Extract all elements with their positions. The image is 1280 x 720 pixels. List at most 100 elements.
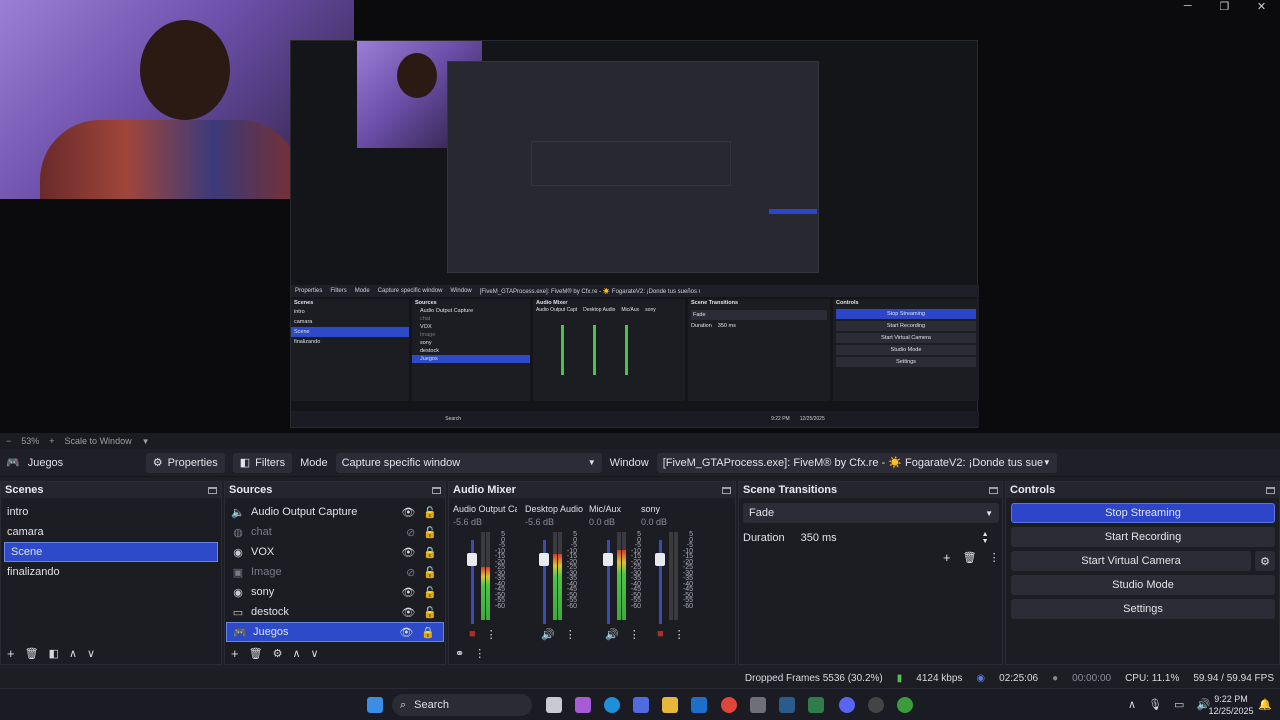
clock[interactable]: 9:22 PM 12/25/2025 — [1206, 693, 1256, 717]
discord-icon[interactable] — [839, 697, 855, 713]
studio-mode-button[interactable]: Studio Mode — [1011, 575, 1275, 595]
speaker-muted-icon[interactable]: ■ — [469, 628, 476, 641]
network-icon[interactable]: ▭ — [1174, 698, 1184, 711]
fader-handle[interactable] — [539, 552, 549, 566]
chevron-down-icon[interactable]: ∨ — [311, 647, 319, 660]
trash-icon[interactable]: 🗑 — [963, 551, 977, 564]
outlook-icon[interactable] — [691, 697, 707, 713]
properties-button[interactable]: ⚙ Properties — [145, 452, 225, 473]
scene-item[interactable]: intro — [1, 502, 221, 522]
unlock-icon[interactable]: 🔓 — [423, 506, 437, 519]
transition-select[interactable]: Fade ▼ — [743, 503, 999, 523]
undock-icon[interactable] — [1266, 486, 1275, 494]
edge-icon[interactable] — [604, 697, 620, 713]
speaker-icon[interactable]: 🔊 — [605, 628, 619, 641]
excel-icon[interactable] — [808, 697, 824, 713]
undock-icon[interactable] — [722, 486, 731, 494]
gear-icon[interactable]: ⚙ — [273, 647, 283, 660]
program-preview[interactable]: ─ ❐ ✕ Properties Filters Mode Capture sp… — [0, 0, 1280, 433]
app-icon[interactable] — [750, 697, 766, 713]
virtual-camera-settings-button[interactable]: ⚙ — [1255, 551, 1275, 571]
start-virtual-camera-button[interactable]: Start Virtual Camera — [1011, 551, 1251, 571]
browser-icon: ◍ — [233, 526, 243, 539]
unlock-icon[interactable]: 🔓 — [423, 526, 437, 539]
settings-button[interactable]: Settings — [1011, 599, 1275, 619]
source-item[interactable]: ◉ VOX 👁 🔒 — [225, 542, 445, 562]
window-select[interactable]: [FiveM_GTAProcess.exe]: FiveM® by Cfx.re… — [656, 452, 1057, 473]
file-explorer-icon[interactable] — [662, 697, 678, 713]
chrome-icon[interactable] — [721, 697, 737, 713]
trash-icon[interactable]: 🗑 — [25, 647, 39, 660]
link-icon[interactable]: ⚭ — [455, 647, 464, 660]
xbox-icon[interactable] — [897, 697, 913, 713]
mode-select[interactable]: Capture specific window ▼ — [335, 452, 602, 473]
fader-handle[interactable] — [603, 552, 613, 566]
filters-button[interactable]: ◧ Filters — [232, 452, 293, 473]
chevron-up-icon[interactable]: ∧ — [1128, 698, 1136, 711]
more-icon[interactable]: ⋮ — [486, 628, 497, 641]
copilot-icon[interactable] — [575, 697, 591, 713]
store-icon[interactable] — [633, 697, 649, 713]
source-item[interactable]: ▣ Image ⊘ 🔓 — [225, 562, 445, 582]
zoom-in-button[interactable]: + — [49, 436, 54, 446]
steam-icon[interactable] — [779, 697, 795, 713]
add-icon[interactable]: + — [231, 646, 239, 661]
stop-streaming-button[interactable]: Stop Streaming — [1011, 503, 1275, 523]
scene-item[interactable]: camara — [1, 522, 221, 542]
windows-start-icon[interactable] — [367, 697, 383, 713]
source-item[interactable]: ◉ sony 👁 🔓 — [225, 582, 445, 602]
source-item[interactable]: ▭ destock 👁 🔓 — [225, 602, 445, 622]
eye-icon[interactable]: 👁 — [401, 606, 415, 619]
more-icon[interactable]: ⋮ — [565, 628, 576, 641]
source-item[interactable]: 🔈 Audio Output Capture 👁 🔓 — [225, 502, 445, 522]
task-view-icon[interactable] — [546, 697, 562, 713]
taskbar-search[interactable]: ⌕ Search — [392, 694, 532, 716]
eye-hidden-icon[interactable]: ⊘ — [406, 566, 415, 579]
more-icon[interactable]: ⋮ — [674, 628, 685, 641]
notification-icon[interactable]: 🔔 — [1258, 698, 1272, 711]
maximize-button[interactable]: ❐ — [1219, 0, 1229, 14]
add-icon[interactable]: + — [943, 550, 951, 565]
lock-icon[interactable]: 🔒 — [421, 626, 435, 639]
unlock-icon[interactable]: 🔓 — [423, 566, 437, 579]
scene-item-selected[interactable]: Scene — [4, 542, 218, 562]
undock-icon[interactable] — [989, 486, 998, 494]
more-icon[interactable]: ⋮ — [629, 628, 640, 641]
speaker-muted-icon[interactable]: ■ — [657, 628, 664, 641]
eye-hidden-icon[interactable]: ⊘ — [406, 526, 415, 539]
undock-icon[interactable] — [432, 486, 441, 494]
source-item-selected[interactable]: 🎮 Juegos 👁 🔒 — [226, 622, 444, 642]
microphone-icon[interactable]: 🎙 — [1148, 698, 1162, 711]
eye-icon[interactable]: 👁 — [401, 506, 415, 519]
more-icon[interactable]: ⋮ — [989, 551, 1000, 564]
scale-mode[interactable]: Scale to Window — [65, 436, 132, 446]
more-icon[interactable]: ⋮ — [474, 647, 485, 660]
scene-item[interactable]: finalizando — [1, 562, 221, 582]
undock-icon[interactable] — [208, 486, 217, 494]
speaker-icon[interactable]: 🔊 — [541, 628, 555, 641]
obs-icon[interactable] — [868, 697, 884, 713]
scale-dropdown-icon[interactable]: ▼ — [142, 437, 150, 446]
mode-value: Capture specific window — [341, 456, 461, 469]
eye-icon[interactable]: 👁 — [399, 626, 413, 639]
fader-handle[interactable] — [655, 552, 665, 566]
chevron-up-icon[interactable]: ∧ — [69, 647, 77, 660]
start-recording-button[interactable]: Start Recording — [1011, 527, 1275, 547]
minimize-button[interactable]: ─ — [1184, 0, 1192, 14]
unlock-icon[interactable]: 🔓 — [423, 606, 437, 619]
chevron-down-icon[interactable]: ∨ — [87, 647, 95, 660]
spin-arrows-icon[interactable]: ▲ ▼ — [982, 531, 989, 545]
trash-icon[interactable]: 🗑 — [249, 647, 263, 660]
eye-icon[interactable]: 👁 — [401, 546, 415, 559]
source-item[interactable]: ◍ chat ⊘ 🔓 — [225, 522, 445, 542]
duration-spinbox[interactable]: 350 ms ▲ ▼ — [794, 528, 995, 548]
close-button[interactable]: ✕ — [1257, 0, 1266, 14]
filter-icon[interactable]: ◧ — [49, 647, 59, 660]
chevron-up-icon[interactable]: ∧ — [292, 647, 300, 660]
zoom-out-button[interactable]: − — [6, 436, 11, 446]
unlock-icon[interactable]: 🔓 — [423, 586, 437, 599]
eye-icon[interactable]: 👁 — [401, 586, 415, 599]
lock-icon[interactable]: 🔒 — [423, 546, 437, 559]
fader-handle[interactable] — [467, 552, 477, 566]
add-icon[interactable]: + — [7, 646, 15, 661]
